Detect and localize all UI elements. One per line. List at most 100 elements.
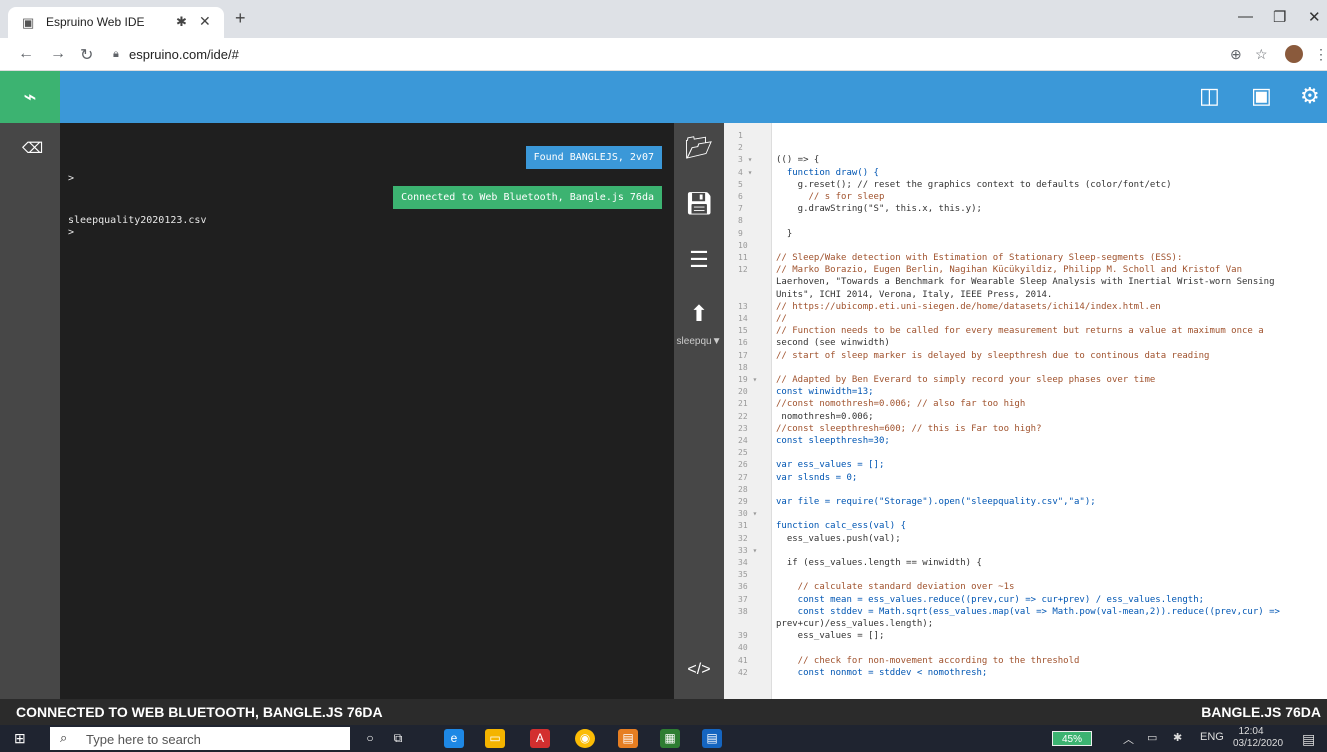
upload-to-device-icon[interactable]: ⬆ bbox=[674, 301, 724, 327]
line-number: 35 bbox=[738, 570, 748, 580]
line-number: 21 bbox=[738, 399, 748, 409]
cortana-icon[interactable]: ○ bbox=[360, 729, 380, 748]
upload-target-label[interactable]: sleepqu▼ bbox=[674, 336, 724, 347]
split-view-icon[interactable]: ◫ bbox=[1199, 83, 1220, 109]
save-icon[interactable]: 💾︎ bbox=[674, 191, 724, 217]
line-number: 26 bbox=[738, 460, 748, 470]
line-number: 3 ▾ bbox=[738, 155, 753, 165]
acrobat-icon[interactable]: A bbox=[530, 729, 550, 748]
line-number: 22 bbox=[738, 411, 748, 421]
terminal-prompt: > bbox=[68, 173, 75, 184]
install-icon[interactable]: ⊕ bbox=[1230, 46, 1242, 63]
code-line: const mean = ess_values.reduce((prev,cur… bbox=[776, 594, 1205, 605]
restore-icon[interactable]: ❐ bbox=[1273, 8, 1286, 26]
line-number: 5 bbox=[738, 179, 743, 189]
line-number: 13 bbox=[738, 301, 748, 311]
code-line: prev+cur)/ess_values.length); bbox=[776, 619, 934, 629]
code-view-icon[interactable]: </> bbox=[674, 661, 724, 679]
back-icon[interactable]: ← bbox=[18, 45, 34, 63]
bluetooth-tray-icon[interactable]: ✱ bbox=[1173, 731, 1182, 744]
line-number: 12 bbox=[738, 265, 748, 275]
document-icon[interactable]: ▤ bbox=[702, 729, 722, 748]
forward-icon[interactable]: → bbox=[50, 45, 66, 63]
chevron-up-icon[interactable]: ︿ bbox=[1123, 731, 1134, 747]
chrome-icon[interactable]: ◉ bbox=[575, 729, 595, 748]
code-line: nomothresh=0.006; bbox=[776, 411, 874, 422]
close-icon[interactable]: ✕ bbox=[1308, 8, 1321, 26]
menu-icon[interactable]: ⋮ bbox=[1314, 46, 1327, 63]
line-number: 7 bbox=[738, 204, 743, 214]
new-tab-button[interactable]: + bbox=[235, 8, 246, 29]
gear-icon[interactable]: ⚙ bbox=[1300, 83, 1320, 109]
code-line: g.drawString("S", this.x, this.y); bbox=[776, 204, 982, 215]
network-icon[interactable]: ▭ bbox=[1147, 731, 1157, 744]
line-number: 25 bbox=[738, 448, 748, 458]
spreadsheet-icon[interactable]: ▦ bbox=[660, 729, 680, 748]
battery-indicator[interactable]: 45% bbox=[1052, 731, 1092, 746]
code-line: if (ess_values.length == winwidth) { bbox=[776, 558, 982, 568]
code-line: //const sleepthresh=600; // this is Far … bbox=[776, 423, 1042, 434]
file-explorer-icon[interactable]: ▭ bbox=[485, 729, 505, 748]
code-line: } bbox=[776, 228, 793, 239]
espruino-favicon-icon: ▣ bbox=[22, 15, 35, 30]
line-number: 20 bbox=[738, 387, 748, 397]
connect-button[interactable]: ⌁ bbox=[0, 71, 60, 123]
code-line: (() => { bbox=[776, 155, 820, 166]
tab-close-icon[interactable]: ✕ bbox=[199, 13, 211, 30]
lock-icon: 🔒︎ bbox=[113, 48, 119, 60]
toast-connected: Connected to Web Bluetooth, Bangle.js 76… bbox=[393, 186, 662, 209]
line-number: 24 bbox=[738, 436, 748, 445]
line-number: 14 bbox=[738, 314, 748, 323]
code-line: // bbox=[776, 314, 787, 324]
line-number: 34 bbox=[738, 558, 748, 567]
code-line: ess_values.push(val); bbox=[776, 533, 901, 544]
line-number: 33 ▾ bbox=[738, 545, 758, 555]
book-icon[interactable]: ▣ bbox=[1251, 83, 1272, 109]
code-line: const winwidth=13; bbox=[776, 387, 874, 398]
language-indicator[interactable]: ENG bbox=[1200, 731, 1224, 743]
code-line: var ess_values = []; bbox=[776, 460, 885, 471]
terminal-pane[interactable]: Found BANGLEJS, 2v07 Connected to Web Bl… bbox=[60, 123, 674, 699]
task-view-icon[interactable]: ⧉ bbox=[388, 729, 408, 748]
code-line: function draw() { bbox=[776, 167, 879, 178]
code-line: var slsnds = 0; bbox=[776, 472, 858, 483]
line-number: 27 bbox=[738, 472, 748, 482]
open-folder-icon[interactable]: 📂︎ bbox=[674, 135, 724, 161]
code-line: // Marko Borazio, Eugen Berlin, Nagihan … bbox=[776, 265, 1242, 276]
code-line: Units", ICHI 2014, Verona, Italy, IEEE P… bbox=[776, 289, 1053, 300]
app-icon[interactable]: ▤ bbox=[618, 729, 638, 748]
code-line: // Function needs to be called for every… bbox=[776, 326, 1264, 337]
windows-start-icon[interactable]: ⊞ bbox=[14, 730, 26, 747]
tab-title: Espruino Web IDE bbox=[46, 15, 145, 29]
terminal-prompt: > bbox=[68, 227, 75, 238]
line-number: 31 bbox=[738, 521, 748, 531]
notifications-icon[interactable]: ▤ bbox=[1302, 731, 1315, 748]
taskbar-search[interactable]: ⌕ Type here to search bbox=[50, 727, 350, 750]
code-line: // s for sleep bbox=[776, 192, 885, 202]
reload-icon[interactable]: ↻ bbox=[80, 45, 93, 65]
minimize-icon[interactable]: — bbox=[1238, 8, 1253, 25]
code-line: // calculate standard deviation over ~1s bbox=[776, 582, 1015, 593]
tab-espruino[interactable]: ▣ Espruino Web IDE ✱ ✕ bbox=[8, 7, 224, 38]
code-line: Laerhoven, "Towards a Benchmark for Wear… bbox=[776, 277, 1275, 288]
line-number: 4 ▾ bbox=[738, 167, 753, 177]
code-line: // start of sleep marker is delayed by s… bbox=[776, 350, 1210, 361]
clock-date: 03/12/2020 bbox=[1233, 738, 1284, 749]
code-line: var file = require("Storage").open("slee… bbox=[776, 497, 1096, 507]
browser-tabstrip: ▣ Espruino Web IDE ✱ ✕ + — ❐ ✕ bbox=[0, 0, 1327, 38]
line-number: 16 bbox=[738, 338, 748, 348]
avatar[interactable] bbox=[1285, 45, 1303, 63]
code-editor[interactable]: (() => { function draw() { g.reset(); //… bbox=[772, 123, 1327, 699]
bookmark-star-icon[interactable]: ☆ bbox=[1255, 46, 1268, 63]
line-number: 19 ▾ bbox=[738, 375, 758, 384]
storage-icon[interactable]: ☰ bbox=[674, 247, 724, 273]
terminal-sidebar: ⌫ bbox=[0, 123, 60, 699]
edge-icon[interactable]: e bbox=[444, 729, 464, 748]
line-number: 9 bbox=[738, 228, 743, 238]
url-field[interactable]: espruino.com/ide/# bbox=[129, 47, 239, 62]
line-number: 40 bbox=[738, 643, 748, 653]
clock[interactable]: 12:04 03/12/2020 bbox=[1233, 726, 1284, 750]
line-number: 10 bbox=[738, 240, 748, 250]
code-line: function calc_ess(val) { bbox=[776, 521, 907, 532]
clear-terminal-icon[interactable]: ⌫ bbox=[22, 139, 43, 157]
